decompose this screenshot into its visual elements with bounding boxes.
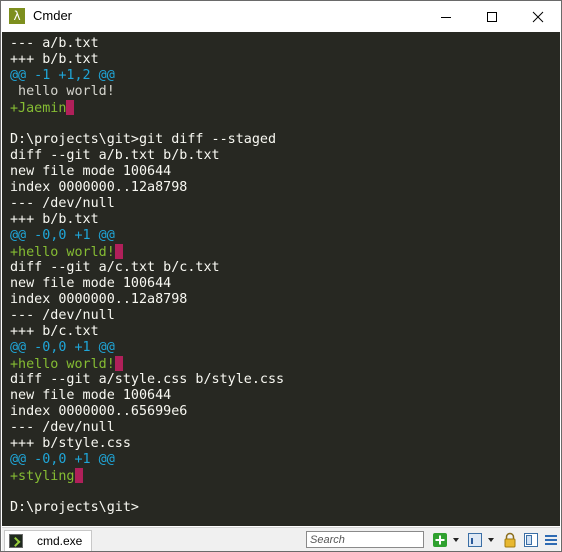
terminal-line-text: diff --git a/c.txt b/c.txt [10, 260, 220, 275]
terminal-line-text: +++ b/b.txt [10, 52, 99, 67]
menu-icon[interactable] [543, 532, 559, 548]
terminal-line-text: +hello world! [10, 357, 115, 372]
minimize-icon [441, 17, 451, 18]
cmder-window: λ Cmder --- a/b.txt +++ b/b.txt @@ -1 +1,2… [0, 0, 562, 552]
close-button[interactable] [515, 1, 561, 32]
terminal-line: D:\projects\git>git diff --staged [10, 132, 276, 148]
terminal-line: --- a/b.txt [10, 36, 99, 52]
terminal-line: +hello world! [10, 356, 123, 372]
terminal-line-text: diff --git a/style.css b/style.css [10, 372, 285, 387]
terminal-line-text: --- a/b.txt [10, 36, 99, 51]
terminal-line-text: @@ -0,0 +1 @@ [10, 228, 115, 243]
terminal-line: index 0000000..12a8798 [10, 292, 187, 308]
terminal-line-text: +hello world! [10, 245, 115, 260]
lock-icon[interactable] [502, 532, 518, 548]
terminal-line-text: index 0000000..65699e6 [10, 404, 188, 419]
console-list-dropdown-icon[interactable] [488, 538, 494, 542]
terminal-line-text: +++ b/b.txt [10, 212, 99, 227]
terminal-line: diff --git a/c.txt b/c.txt [10, 260, 220, 276]
terminal-line-text: +++ b/c.txt [10, 324, 99, 339]
terminal-line: @@ -0,0 +1 @@ [10, 340, 115, 356]
terminal-line-text: D:\projects\git> [10, 500, 139, 515]
split-view-icon[interactable] [523, 532, 539, 548]
terminal-line-text: new file mode 100644 [10, 388, 172, 403]
terminal-line: @@ -0,0 +1 @@ [10, 452, 115, 468]
tab-cmd-exe[interactable]: cmd.exe [4, 530, 92, 551]
terminal-line-text: index 0000000..12a8798 [10, 292, 188, 307]
terminal-line: +hello world! [10, 244, 123, 260]
terminal-line-text: @@ -1 +1,2 @@ [10, 68, 115, 83]
terminal-line: --- /dev/null [10, 308, 115, 324]
cursor-marker [114, 356, 123, 371]
terminal-line: +++ b/c.txt [10, 324, 99, 340]
terminal-line: --- /dev/null [10, 196, 115, 212]
terminal-line-text: new file mode 100644 [10, 276, 172, 291]
terminal-line: D:\projects\git> [10, 500, 139, 516]
close-icon [532, 11, 544, 23]
terminal-line: +++ b/b.txt [10, 52, 99, 68]
terminal-line: --- /dev/null [10, 420, 115, 436]
terminal-line-text: --- /dev/null [10, 196, 115, 211]
terminal-line: diff --git a/style.css b/style.css [10, 372, 284, 388]
terminal-line: @@ -0,0 +1 @@ [10, 228, 115, 244]
terminal-line-text: @@ -0,0 +1 @@ [10, 452, 115, 467]
maximize-icon [487, 12, 497, 22]
terminal-line-text: index 0000000..12a8798 [10, 180, 188, 195]
terminal-line-text: --- /dev/null [10, 308, 115, 323]
terminal-line-text: --- /dev/null [10, 420, 115, 435]
terminal-line: index 0000000..12a8798 [10, 180, 187, 196]
terminal-output[interactable]: --- a/b.txt +++ b/b.txt @@ -1 +1,2 @@ hell… [2, 32, 560, 526]
terminal-line: new file mode 100644 [10, 388, 171, 404]
cursor-marker [66, 100, 75, 115]
tab-label: cmd.exe [37, 534, 83, 548]
status-bar: cmd.exe [2, 527, 560, 551]
cursor-marker [74, 468, 83, 483]
terminal-line: index 0000000..65699e6 [10, 404, 187, 420]
maximize-button[interactable] [469, 1, 515, 32]
console-dropdown-icon[interactable] [467, 532, 483, 548]
title-bar[interactable]: λ Cmder [1, 1, 561, 32]
terminal-line: @@ -1 +1,2 @@ [10, 68, 115, 84]
terminal-line-text: new file mode 100644 [10, 164, 172, 179]
terminal-line: new file mode 100644 [10, 164, 171, 180]
terminal-line: diff --git a/b.txt b/b.txt [10, 148, 220, 164]
new-console-icon[interactable] [432, 532, 448, 548]
terminal-line: +styling [10, 468, 83, 484]
terminal-line: new file mode 100644 [10, 276, 171, 292]
cmder-lambda-icon[interactable]: λ [9, 8, 25, 24]
new-console-dropdown-icon[interactable] [453, 538, 459, 542]
terminal-line: +++ b/b.txt [10, 212, 99, 228]
cursor-marker [114, 244, 123, 259]
terminal-line: +++ b/style.css [10, 436, 131, 452]
terminal-line-text: +++ b/style.css [10, 436, 131, 451]
search-input[interactable] [306, 531, 424, 548]
terminal-line-text: +styling [10, 469, 75, 484]
terminal-line: +Jaemin [10, 100, 75, 116]
terminal-line-text: diff --git a/b.txt b/b.txt [10, 148, 220, 163]
terminal-line-text: @@ -0,0 +1 @@ [10, 340, 115, 355]
minimize-button[interactable] [423, 1, 469, 32]
terminal-line-text: D:\projects\git>git diff --staged [10, 132, 277, 147]
console-icon [9, 534, 23, 548]
terminal-line-text: +Jaemin [10, 101, 67, 116]
window-title: Cmder [33, 8, 73, 23]
terminal-line-text: hello world! [10, 84, 115, 99]
terminal-line: hello world! [10, 84, 115, 100]
